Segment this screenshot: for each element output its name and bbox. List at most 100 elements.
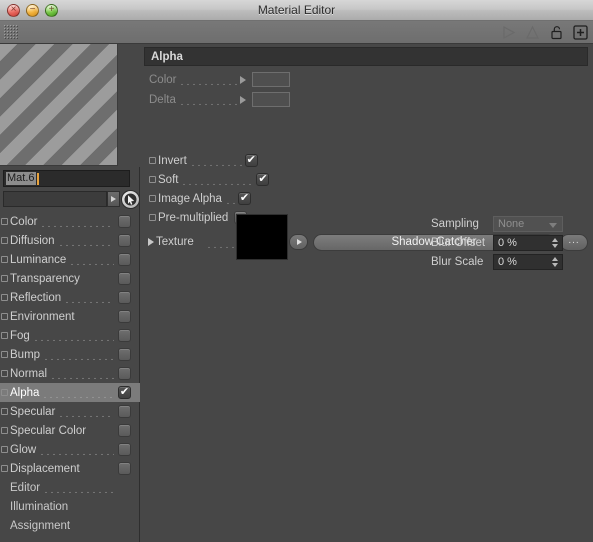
stepper-arrows[interactable] <box>552 256 558 267</box>
texture-expand-icon[interactable] <box>148 238 154 246</box>
channel-enable-led[interactable] <box>1 351 8 358</box>
channel-enable-led[interactable] <box>1 294 8 301</box>
material-picker-row <box>3 190 140 209</box>
channel-row-editor[interactable]: Editor <box>0 478 140 497</box>
material-name-value: Mat.6 <box>6 172 36 185</box>
option-checkbox[interactable]: ✔ <box>244 154 258 167</box>
channel-enable-led[interactable] <box>1 465 8 472</box>
option-checkbox[interactable]: ✔ <box>237 192 251 205</box>
number-value: 0 % <box>498 236 517 249</box>
channel-row-illumination[interactable]: Illumination <box>0 497 140 516</box>
delta-expand-icon[interactable] <box>239 95 246 104</box>
option-label: Soft <box>158 173 179 186</box>
sampling-value: None <box>498 217 525 230</box>
color-swatch[interactable] <box>252 72 291 87</box>
channel-row-luminance[interactable]: Luminance <box>0 250 140 269</box>
channel-checkbox[interactable] <box>118 215 131 228</box>
channel-checkbox[interactable] <box>118 272 131 285</box>
channel-row-diffusion[interactable]: Diffusion <box>0 231 140 250</box>
channel-row-alpha[interactable]: Alpha ✔ <box>0 383 140 402</box>
channel-row-glow[interactable]: Glow <box>0 440 140 459</box>
up-arrow-icon[interactable] <box>524 24 541 41</box>
option-enable-led[interactable] <box>149 157 156 164</box>
channel-checkbox[interactable] <box>118 253 131 266</box>
option-label: Invert <box>158 154 187 167</box>
channel-enable-led[interactable] <box>1 237 8 244</box>
stepper-arrows[interactable] <box>552 237 558 248</box>
channel-row-normal[interactable]: Normal <box>0 364 140 383</box>
field-row-sampling: Sampling None <box>431 215 563 232</box>
option-row-soft[interactable]: Soft ✔ <box>149 170 439 189</box>
option-enable-led[interactable] <box>149 195 156 202</box>
channel-checkbox[interactable] <box>118 329 131 342</box>
chevron-right-icon[interactable] <box>107 191 120 207</box>
channel-row-assignment[interactable]: Assignment <box>0 516 140 535</box>
texture-preview-thumbnail[interactable] <box>236 214 288 260</box>
sampling-select[interactable]: None <box>493 215 563 232</box>
channel-label: Assignment <box>10 519 71 532</box>
channel-checkbox[interactable] <box>118 443 131 456</box>
number-input[interactable]: 0 % <box>493 253 563 270</box>
channel-label: Illumination <box>10 500 69 513</box>
channel-row-bump[interactable]: Bump <box>0 345 140 364</box>
channel-row-fog[interactable]: Fog <box>0 326 140 345</box>
channel-enable-led[interactable] <box>1 446 8 453</box>
delta-swatch[interactable] <box>251 92 290 107</box>
number-input[interactable]: 0 % <box>493 234 563 251</box>
channel-enable-led[interactable] <box>1 389 8 396</box>
material-name-input[interactable]: Mat.6 <box>3 170 130 187</box>
section-header: Alpha <box>144 47 588 66</box>
material-preview[interactable] <box>0 44 118 166</box>
option-row-invert[interactable]: Invert ✔ <box>149 151 439 170</box>
option-row-pre-multiplied[interactable]: Pre-multiplied <box>149 208 439 227</box>
channel-row-specular[interactable]: Specular <box>0 402 140 421</box>
channel-checkbox[interactable] <box>118 348 131 361</box>
option-enable-led[interactable] <box>149 176 156 183</box>
channel-enable-led[interactable] <box>1 218 8 225</box>
channel-checkbox[interactable] <box>118 367 131 380</box>
back-arrow-icon[interactable] <box>476 24 593 79</box>
channel-label: Fog <box>10 329 30 342</box>
field-row-blur-offset: Blur Offset 0 % <box>431 234 563 251</box>
texture-more-button[interactable]: ... <box>560 233 588 251</box>
forward-arrow-icon[interactable] <box>500 24 517 41</box>
add-plus-icon[interactable] <box>572 24 589 41</box>
channel-checkbox[interactable] <box>118 310 131 323</box>
channel-checkbox[interactable] <box>118 462 131 475</box>
channel-checkbox[interactable] <box>118 234 131 247</box>
channel-checkbox[interactable]: ✔ <box>118 386 131 399</box>
channel-row-environment[interactable]: Environment <box>0 307 140 326</box>
color-expand-icon[interactable] <box>240 75 247 84</box>
channel-checkbox[interactable] <box>118 405 131 418</box>
channel-enable-led[interactable] <box>1 256 8 263</box>
channel-enable-led[interactable] <box>1 275 8 282</box>
channel-row-displacement[interactable]: Displacement <box>0 459 140 478</box>
chevron-down-icon <box>549 222 557 228</box>
field-label: Blur Offset <box>431 236 486 249</box>
channel-label: Editor <box>10 481 41 494</box>
material-path-input[interactable] <box>3 191 107 207</box>
option-enable-led[interactable] <box>149 214 156 221</box>
option-row-image-alpha[interactable]: Image Alpha ✔ <box>149 189 439 208</box>
window-title: Material Editor <box>257 3 336 17</box>
channel-row-reflection[interactable]: Reflection <box>0 288 140 307</box>
channel-enable-led[interactable] <box>1 370 8 377</box>
channel-enable-led[interactable] <box>1 427 8 434</box>
channel-checkbox[interactable] <box>118 424 131 437</box>
texture-menu-button[interactable] <box>289 234 308 250</box>
pick-cursor-button[interactable] <box>121 190 140 209</box>
color-row-label: Color <box>149 73 177 86</box>
dot-leader <box>71 501 114 512</box>
dot-leader <box>57 235 114 246</box>
channel-row-specular-color[interactable]: Specular Color <box>0 421 140 440</box>
channel-enable-led[interactable] <box>1 313 8 320</box>
channel-checkbox[interactable] <box>118 291 131 304</box>
option-checkbox[interactable]: ✔ <box>256 173 270 186</box>
channel-row-transparency[interactable]: Transparency <box>0 269 140 288</box>
channel-enable-led[interactable] <box>1 332 8 339</box>
lock-open-icon[interactable] <box>548 24 565 41</box>
drag-grip-icon[interactable] <box>3 24 19 39</box>
channel-row-color[interactable]: Color <box>0 212 140 231</box>
channel-enable-led[interactable] <box>1 408 8 415</box>
dot-leader <box>64 292 114 303</box>
